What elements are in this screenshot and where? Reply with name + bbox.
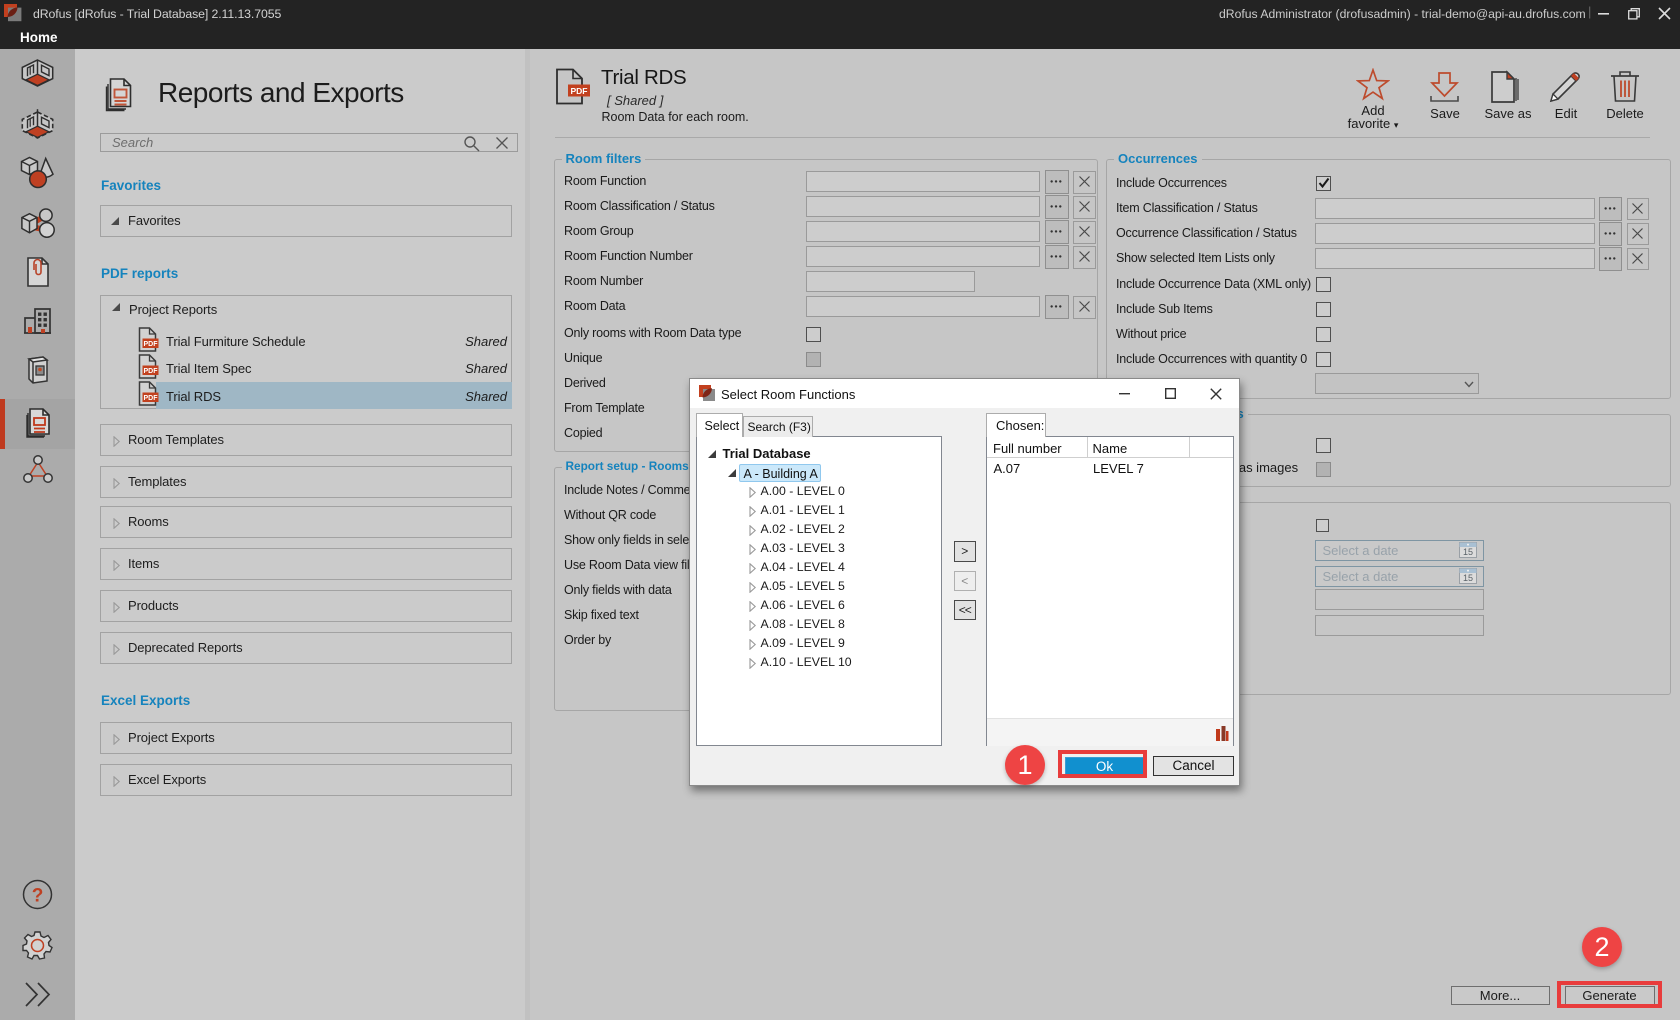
svg-text:?: ?	[32, 885, 44, 906]
svg-text:PDF: PDF	[571, 86, 588, 96]
svg-text:15: 15	[1462, 547, 1472, 557]
svg-text:15: 15	[1462, 573, 1472, 583]
